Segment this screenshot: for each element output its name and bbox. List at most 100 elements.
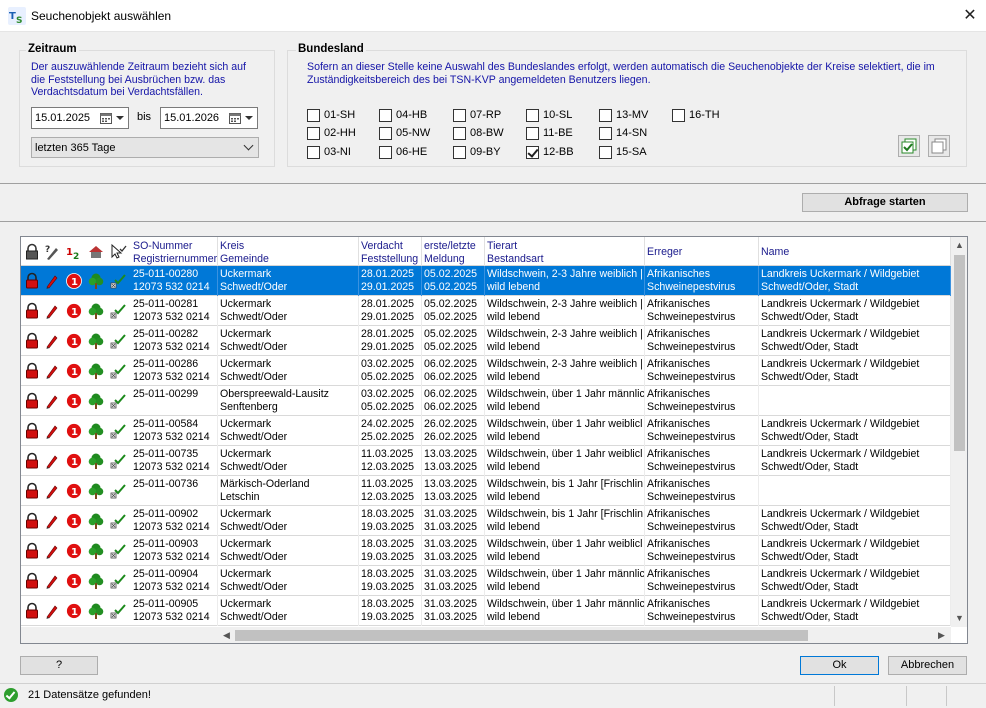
status-divider	[834, 686, 835, 706]
table-row[interactable]: 1 25-011-00736 Märkisch-Oderland Letschin 11…	[21, 476, 951, 506]
cancel-button[interactable]: Abbrechen	[888, 656, 967, 675]
checkbox-box[interactable]	[453, 146, 466, 159]
cell-so: 25-011-00903 12073 532 0214	[131, 536, 218, 566]
checkbox-box[interactable]	[599, 146, 612, 159]
cell-tierart: Wildschwein, 2-3 Jahre weiblich | wild le…	[485, 356, 645, 386]
cell-tierart: Wildschwein, über 1 Jahr männlic wild leb…	[485, 596, 645, 626]
table-row[interactable]: 1 25-011-00904 12073 532 0214 Uckermark Schw…	[21, 566, 951, 596]
table-row[interactable]: 1 25-011-00280 12073 532 0214 Uckermark Schw…	[21, 266, 951, 296]
cell-meldung: 05.02.2025 05.02.2025	[422, 296, 485, 326]
header-name[interactable]: Name	[759, 237, 951, 266]
checkbox-box[interactable]	[599, 109, 612, 122]
date-from-field[interactable]: 15.01.2025	[31, 107, 129, 129]
lock-icon	[23, 482, 41, 500]
table-row[interactable]: 1 25-011-00299 Oberspreewald-Lausitz Senfte…	[21, 386, 951, 416]
check-icon	[109, 482, 127, 500]
cell-name: Landkreis Uckermark / Wildgebiet Schwedt/…	[759, 536, 951, 566]
cell-name: Landkreis Uckermark / Wildgebiet Schwedt/…	[759, 506, 951, 536]
status-divider	[906, 686, 907, 706]
chevron-down-icon[interactable]	[245, 116, 253, 120]
checkbox-box[interactable]	[526, 127, 539, 140]
checkbox-box[interactable]	[526, 146, 539, 159]
cell-so: 25-011-00736	[131, 476, 218, 506]
cell-kreis: Uckermark Schwedt/Oder	[218, 506, 359, 536]
state-label: 07-RP	[470, 109, 502, 121]
separator	[0, 221, 986, 222]
query-button[interactable]: Abfrage starten	[802, 193, 968, 212]
cell-tierart: Wildschwein, bis 1 Jahr [Frischlin wild l…	[485, 506, 645, 536]
cell-kreis: Uckermark Schwedt/Oder	[218, 356, 359, 386]
checkbox-box[interactable]	[453, 127, 466, 140]
svg-text:1: 1	[71, 277, 78, 288]
checkbox-box[interactable]	[526, 109, 539, 122]
close-button[interactable]: ✕	[958, 4, 982, 28]
state-label: 05-NW	[396, 127, 431, 139]
header-verdacht[interactable]: Verdacht Feststellung	[359, 237, 422, 266]
scroll-up-icon[interactable]: ▲	[955, 240, 964, 250]
header-erreger[interactable]: Erreger	[645, 237, 759, 266]
horizontal-scrollbar[interactable]: ◀ ▶	[21, 627, 951, 643]
cell-tierart: Wildschwein, 2-3 Jahre weiblich | wild le…	[485, 326, 645, 356]
cell-so: 25-011-00299	[131, 386, 218, 416]
table-row[interactable]: 1 25-011-00902 12073 532 0214 Uckermark Schw…	[21, 506, 951, 536]
period-select[interactable]: letzten 365 Tage	[31, 137, 259, 158]
table-row[interactable]: 1 25-011-00286 12073 532 0214 Uckermark Schw…	[21, 356, 951, 386]
calendar-icon[interactable]	[100, 112, 112, 124]
cell-erreger: Afrikanisches Schweinepestvirus	[645, 506, 759, 536]
checkbox-box[interactable]	[307, 127, 320, 140]
checkbox-box[interactable]	[307, 109, 320, 122]
checkbox-box[interactable]	[379, 146, 392, 159]
state-label: 10-SL	[543, 109, 573, 121]
results-table: ? 12 SO-Nummer Registriernummer Kreis Geme…	[20, 236, 968, 644]
period-value: letzten 365 Tage	[35, 142, 116, 154]
cell-name	[759, 386, 951, 416]
table-row[interactable]: 1 25-011-00282 12073 532 0214 Uckermark Schw…	[21, 326, 951, 356]
lock-icon	[23, 452, 41, 470]
checkbox-box[interactable]	[599, 127, 612, 140]
scroll-left-icon[interactable]: ◀	[223, 630, 230, 641]
cell-so: 25-011-00584 12073 532 0214	[131, 416, 218, 446]
cell-kreis: Oberspreewald-Lausitz Senftenberg	[218, 386, 359, 416]
checkbox-box[interactable]	[379, 109, 392, 122]
chevron-down-icon[interactable]	[116, 116, 124, 120]
checkbox-box[interactable]	[672, 109, 685, 122]
table-row[interactable]: 1 25-011-00905 12073 532 0214 Uckermark Schw…	[21, 596, 951, 626]
header-kreis[interactable]: Kreis Gemeinde	[218, 237, 359, 266]
check-icon	[109, 512, 127, 530]
header-so[interactable]: SO-Nummer Registriernummer	[131, 237, 218, 266]
cell-so: 25-011-00281 12073 532 0214	[131, 296, 218, 326]
header-tierart[interactable]: Tierart Bestandsart	[485, 237, 645, 266]
horizontal-scroll-thumb[interactable]	[235, 630, 808, 641]
checkbox-box[interactable]	[379, 127, 392, 140]
vertical-scrollbar[interactable]: ▲ ▼	[951, 237, 967, 627]
table-row[interactable]: 1 25-011-00735 12073 532 0214 Uckermark Schw…	[21, 446, 951, 476]
cell-erreger: Afrikanisches Schweinepestvirus	[645, 476, 759, 506]
checkbox-box[interactable]	[453, 109, 466, 122]
header-meldung[interactable]: erste/letzte Meldung	[422, 237, 485, 266]
svg-text:1: 1	[71, 577, 78, 588]
ok-button[interactable]: Ok	[800, 656, 879, 675]
badge-one-icon: 1	[65, 452, 83, 470]
table-row[interactable]: 1 25-011-00281 12073 532 0214 Uckermark Schw…	[21, 296, 951, 326]
cell-so: 25-011-00904 12073 532 0214	[131, 566, 218, 596]
cell-so: 25-011-00282 12073 532 0214	[131, 326, 218, 356]
help-button[interactable]: ?	[20, 656, 98, 675]
cell-so: 25-011-00902 12073 532 0214	[131, 506, 218, 536]
table-row[interactable]: 1 25-011-00903 12073 532 0214 Uckermark Schw…	[21, 536, 951, 566]
tree-icon	[87, 512, 105, 530]
cell-erreger: Afrikanisches Schweinepestvirus	[645, 416, 759, 446]
select-all-button[interactable]	[898, 135, 920, 157]
scroll-right-icon[interactable]: ▶	[938, 630, 945, 641]
cell-tierart: Wildschwein, bis 1 Jahr [Frischlin wild l…	[485, 476, 645, 506]
vertical-scroll-thumb[interactable]	[954, 255, 965, 451]
state-label: 08-BW	[470, 127, 504, 139]
svg-text:T: T	[9, 11, 16, 22]
checkbox-box[interactable]	[307, 146, 320, 159]
scroll-down-icon[interactable]: ▼	[955, 613, 964, 623]
check-icon	[109, 422, 127, 440]
deselect-all-button[interactable]	[928, 135, 950, 157]
date-to-field[interactable]: 15.01.2026	[160, 107, 258, 129]
table-row[interactable]: 1 25-011-00584 12073 532 0214 Uckermark Schw…	[21, 416, 951, 446]
calendar-icon[interactable]	[229, 112, 241, 124]
tree-icon	[87, 482, 105, 500]
